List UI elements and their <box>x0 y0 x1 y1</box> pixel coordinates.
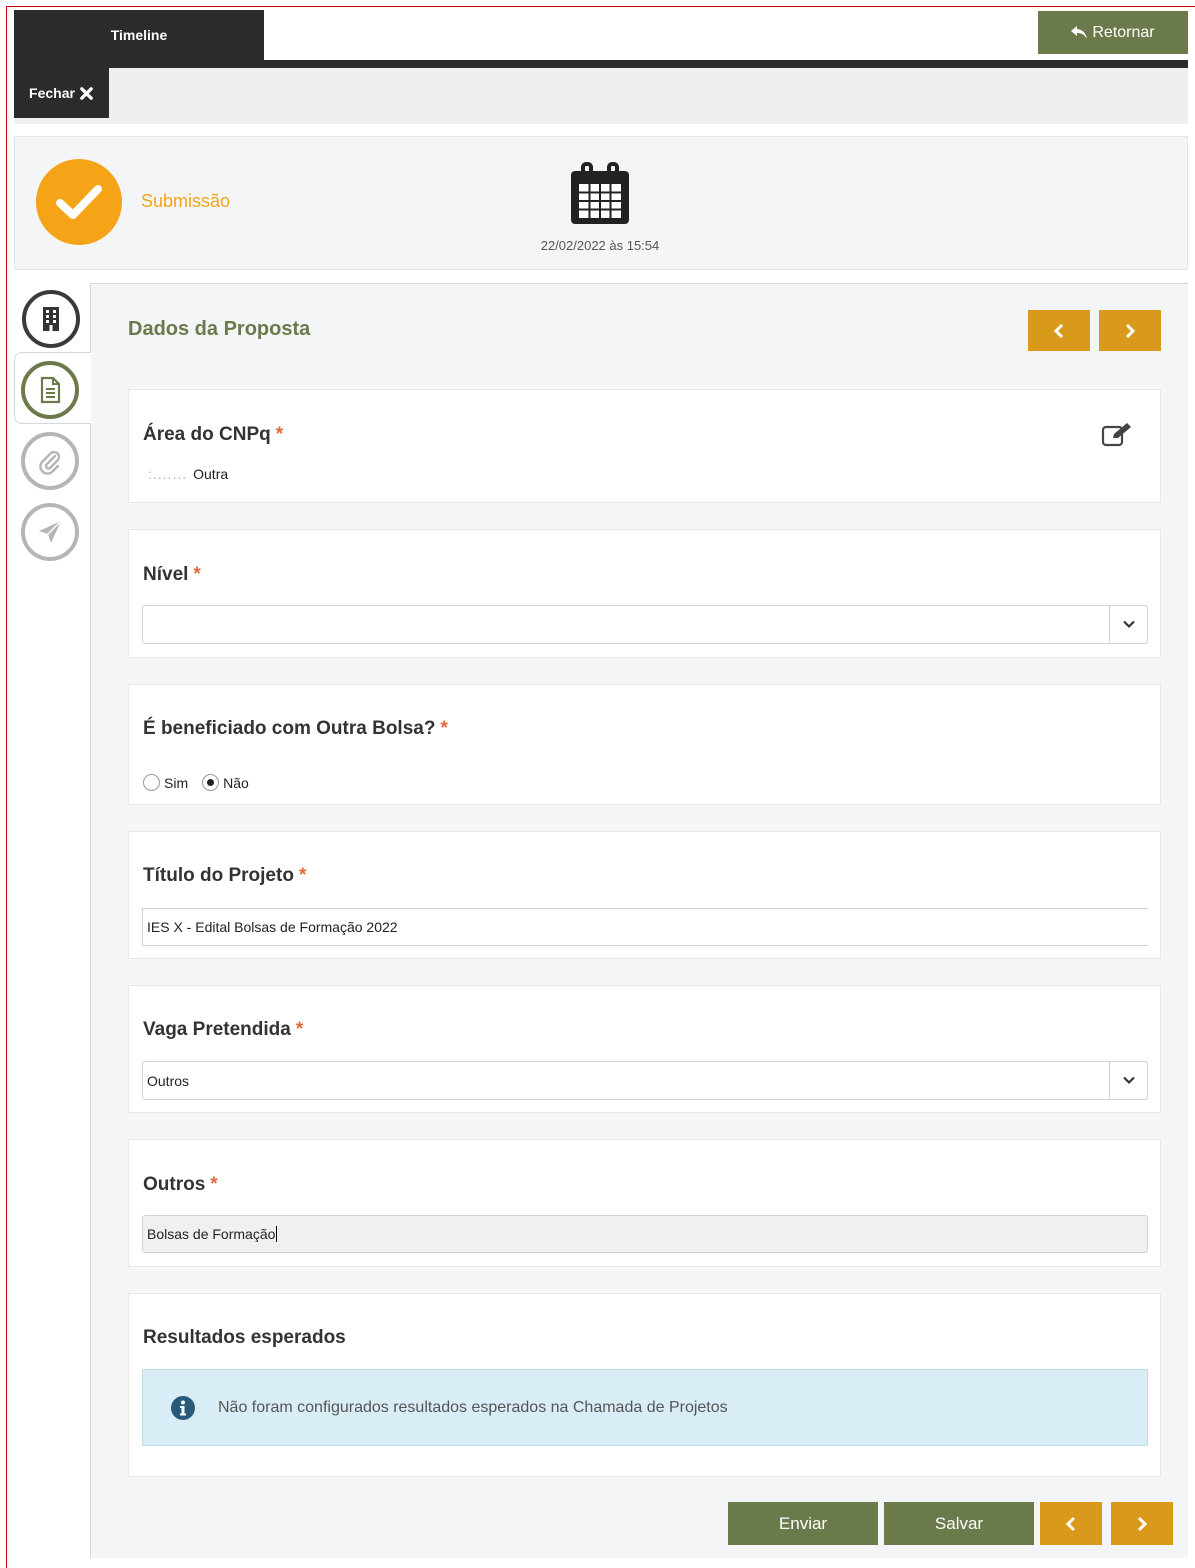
area-cnpq-value: :....... Outra <box>148 466 228 482</box>
area-cnpq-value-text: Outra <box>193 466 229 482</box>
required-mark: * <box>275 424 284 445</box>
titulo-projeto-input[interactable]: IES X - Edital Bolsas de Formação 2022 <box>142 908 1148 946</box>
header-divider <box>14 60 1188 68</box>
resultados-info-text: Não foram configurados resultados espera… <box>218 1398 728 1416</box>
radio-nao-label[interactable]: Não <box>223 775 249 791</box>
chevron-right-icon <box>1125 323 1136 338</box>
submission-status-label: Submissão <box>141 191 231 211</box>
outra-bolsa-radio-group: Sim Não <box>143 774 263 791</box>
nivel-select-toggle[interactable] <box>1109 606 1147 643</box>
nav-step-proposal-data[interactable] <box>21 361 79 419</box>
document-icon <box>40 376 61 404</box>
nav-step-institution[interactable] <box>22 290 80 348</box>
paperclip-icon <box>39 450 61 475</box>
nav-step-send[interactable] <box>21 503 79 561</box>
required-mark: * <box>295 1019 304 1040</box>
close-button-label: Fechar <box>29 85 75 101</box>
check-icon <box>56 185 102 219</box>
vaga-pretendida-label-text: Vaga Pretendida <box>143 1019 291 1040</box>
outros-label-text: Outros <box>143 1174 206 1195</box>
required-mark: * <box>440 718 448 739</box>
required-mark: * <box>298 865 307 886</box>
chevron-down-icon <box>1122 620 1135 629</box>
tab-timeline-label: Timeline <box>110 27 168 43</box>
radio-sim[interactable] <box>143 774 160 791</box>
nav-step-attachments[interactable] <box>21 432 79 490</box>
required-mark: * <box>210 1174 218 1195</box>
radio-nao[interactable] <box>202 774 220 791</box>
prev-step-button-bottom[interactable] <box>1040 1502 1102 1545</box>
nivel-label-text: Nível <box>143 564 189 585</box>
outros-label: Outros * <box>143 1174 218 1196</box>
prev-step-button-top[interactable] <box>1028 310 1090 351</box>
nivel-select[interactable] <box>142 605 1148 644</box>
edit-icon[interactable] <box>1101 422 1133 448</box>
chevron-left-icon <box>1053 323 1064 338</box>
page-title: Dados da Proposta <box>128 318 311 340</box>
submission-status-badge <box>36 159 122 245</box>
outra-bolsa-label-text: É beneficiado com Outra Bolsa? <box>143 718 436 739</box>
resultados-info-alert: Não foram configurados resultados espera… <box>142 1369 1148 1446</box>
save-button[interactable]: Salvar <box>884 1502 1034 1545</box>
tab-timeline[interactable]: Timeline <box>14 10 264 60</box>
resultados-label: Resultados esperados <box>143 1327 346 1348</box>
nivel-label: Nível * <box>143 564 201 586</box>
radio-sim-label[interactable]: Sim <box>164 775 188 791</box>
area-cnpq-tree-prefix: :....... <box>148 466 188 482</box>
outra-bolsa-card <box>128 684 1161 805</box>
paper-plane-icon <box>39 520 62 543</box>
outros-input[interactable]: Bolsas de Formação <box>142 1215 1148 1253</box>
titulo-projeto-label: Título do Projeto * <box>143 865 306 887</box>
back-button-label: Retornar <box>1092 23 1155 41</box>
vaga-pretendida-toggle[interactable] <box>1109 1062 1147 1099</box>
next-step-button-top[interactable] <box>1099 310 1161 351</box>
vaga-pretendida-value: Outros <box>147 1072 190 1089</box>
titulo-projeto-value: IES X - Edital Bolsas de Formação 2022 <box>147 919 398 935</box>
submission-date: 22/02/2022 às 15:54 <box>540 238 660 253</box>
next-step-button-bottom[interactable] <box>1111 1502 1173 1545</box>
outra-bolsa-label: É beneficiado com Outra Bolsa? * <box>143 718 448 740</box>
area-cnpq-label-text: Área do CNPq <box>143 424 271 445</box>
required-mark: * <box>193 564 201 585</box>
close-bar <box>14 68 1188 124</box>
close-button[interactable]: Fechar <box>14 68 109 118</box>
vaga-pretendida-select[interactable]: Outros <box>142 1061 1148 1100</box>
text-cursor <box>276 1226 278 1242</box>
chevron-right-icon <box>1137 1516 1148 1531</box>
area-cnpq-label: Área do CNPq * <box>143 424 283 446</box>
close-icon <box>80 86 93 100</box>
area-cnpq-card <box>128 389 1161 503</box>
reply-icon <box>1071 25 1088 39</box>
send-button[interactable]: Enviar <box>728 1502 878 1545</box>
info-icon <box>171 1395 195 1420</box>
building-icon <box>43 307 59 331</box>
chevron-left-icon <box>1065 1516 1076 1531</box>
back-button[interactable]: Retornar <box>1038 11 1188 54</box>
vaga-pretendida-label: Vaga Pretendida * <box>143 1019 303 1041</box>
chevron-down-icon <box>1122 1076 1135 1085</box>
calendar-icon <box>571 162 629 224</box>
outros-value: Bolsas de Formação <box>147 1226 276 1242</box>
titulo-projeto-label-text: Título do Projeto <box>143 865 294 886</box>
